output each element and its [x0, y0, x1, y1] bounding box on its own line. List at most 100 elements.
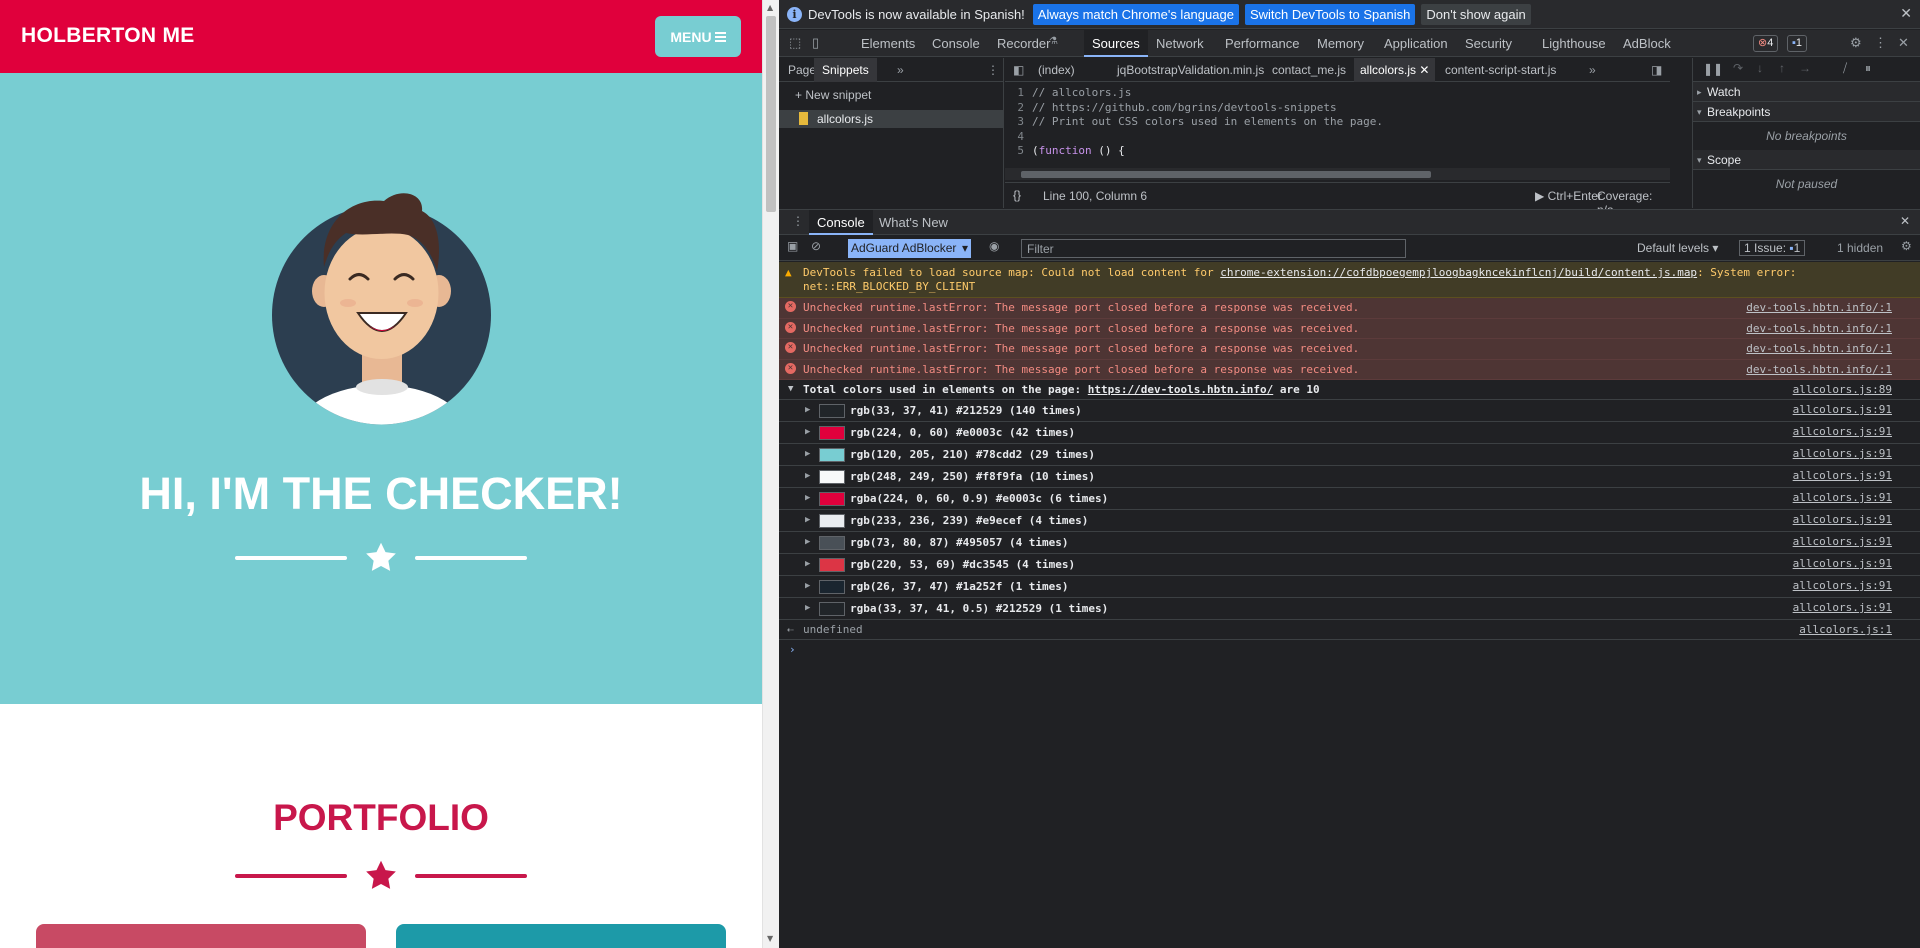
kebab-menu-icon[interactable]: ⋮ — [1874, 35, 1887, 51]
breakpoints-section[interactable]: Breakpoints — [1693, 102, 1920, 122]
error-count-badge[interactable]: ⊗4 — [1753, 35, 1779, 52]
expand-arrow-icon[interactable]: ▶ — [805, 427, 810, 437]
snippet-item[interactable]: allcolors.js — [779, 110, 1003, 128]
file-tab-jqbootstrap[interactable]: jqBootstrapValidation.min.js — [1117, 58, 1264, 82]
close-icon[interactable]: ✕ — [1900, 5, 1912, 22]
color-row[interactable]: ▶ rgb(233, 236, 239) #e9ecef (4 times) all… — [779, 510, 1920, 532]
switch-to-spanish-button[interactable]: Switch DevTools to Spanish — [1244, 3, 1416, 25]
page-url-link[interactable]: https://dev-tools.hbtn.info/ — [1088, 383, 1273, 396]
page-scrollbar-thumb[interactable] — [766, 16, 776, 212]
expand-arrow-icon[interactable]: ▶ — [805, 559, 810, 569]
expand-arrow-icon[interactable]: ▶ — [805, 537, 810, 547]
tab-network[interactable]: Network — [1156, 30, 1204, 57]
gear-icon[interactable]: ⚙ — [1850, 35, 1862, 51]
close-tab-icon[interactable]: ✕ — [1419, 63, 1429, 77]
context-selector[interactable]: AdGuard AdBlocker ▾ — [848, 239, 971, 258]
tab-memory[interactable]: Memory — [1317, 30, 1364, 57]
tab-application[interactable]: Application — [1384, 30, 1448, 57]
expand-arrow-icon[interactable]: ▶ — [805, 515, 810, 525]
menu-button[interactable]: MENU — [655, 16, 741, 57]
sidebar-toggle-icon[interactable]: ▣ — [787, 239, 798, 253]
expand-arrow-icon[interactable]: ▶ — [805, 603, 810, 613]
toggle-debugger-icon[interactable]: ◨ — [1651, 58, 1662, 82]
always-match-language-button[interactable]: Always match Chrome's language — [1032, 3, 1239, 25]
inspect-element-icon[interactable]: ⬚ — [789, 35, 801, 51]
tab-sources[interactable]: Sources — [1084, 30, 1148, 57]
more-tabs-icon[interactable]: » — [897, 58, 904, 82]
expand-arrow-icon[interactable]: ▶ — [805, 471, 810, 481]
dont-show-again-button[interactable]: Don't show again — [1421, 3, 1531, 25]
tab-console[interactable]: Console — [932, 30, 980, 57]
source-link[interactable]: allcolors.js:91 — [1793, 425, 1892, 438]
file-tab-contact-me[interactable]: contact_me.js — [1272, 58, 1346, 82]
site-brand[interactable]: HOLBERTON ME — [21, 24, 195, 48]
expand-arrow-icon[interactable]: ▶ — [805, 581, 810, 591]
expand-arrow-icon[interactable]: ▶ — [805, 449, 810, 459]
source-link[interactable]: allcolors.js:91 — [1793, 557, 1892, 570]
color-row[interactable]: ▶ rgba(224, 0, 60, 0.9) #e0003c (6 times)… — [779, 488, 1920, 510]
color-row[interactable]: ▶ rgb(26, 37, 47) #1a252f (1 times) allcol… — [779, 576, 1920, 598]
scroll-up-icon[interactable]: ▲ — [767, 3, 773, 12]
kebab-menu-icon[interactable]: ⋮ — [792, 214, 804, 228]
message-count-badge[interactable]: ▪1 — [1787, 35, 1808, 52]
pause-icon[interactable]: ❚❚ — [1703, 62, 1723, 76]
eye-icon[interactable]: ◉ — [989, 239, 999, 253]
expand-arrow-icon[interactable]: ▼ — [788, 384, 793, 394]
tab-recorder[interactable]: Recorder — [997, 30, 1050, 57]
step-out-icon[interactable]: ↑ — [1779, 61, 1785, 75]
step-over-icon[interactable]: ↷ — [1733, 61, 1743, 75]
editor-horizontal-scrollbar[interactable] — [1005, 168, 1670, 180]
tab-security[interactable]: Security — [1465, 30, 1512, 57]
close-icon[interactable]: ✕ — [1898, 35, 1909, 51]
portfolio-item-1[interactable] — [36, 924, 366, 948]
source-link[interactable]: allcolors.js:91 — [1793, 447, 1892, 460]
tab-elements[interactable]: Elements — [861, 30, 915, 57]
kebab-menu-icon[interactable]: ⋮ — [987, 58, 999, 82]
expand-arrow-icon[interactable]: ▶ — [805, 493, 810, 503]
source-link[interactable]: dev-tools.hbtn.info/:1 — [1746, 363, 1892, 376]
issues-button[interactable]: 1 Issue: ▪1 — [1739, 240, 1806, 256]
more-tabs-icon[interactable]: » — [1589, 58, 1596, 82]
step-icon[interactable]: → — [1799, 61, 1811, 75]
close-icon[interactable]: ✕ — [1900, 214, 1910, 228]
tab-lighthouse[interactable]: Lighthouse — [1542, 30, 1606, 57]
source-link[interactable]: dev-tools.hbtn.info/:1 — [1746, 322, 1892, 335]
watch-section[interactable]: Watch — [1693, 82, 1920, 102]
source-link[interactable]: allcolors.js:91 — [1793, 469, 1892, 482]
tab-page[interactable]: Page — [788, 58, 816, 82]
run-snippet-button[interactable]: ▶ Ctrl+Enter — [1535, 189, 1602, 203]
file-tab-allcolors[interactable]: allcolors.js ✕ — [1354, 58, 1436, 82]
toggle-navigator-icon[interactable]: ◧ — [1013, 58, 1024, 82]
source-link[interactable]: dev-tools.hbtn.info/:1 — [1746, 342, 1892, 355]
tab-adblock[interactable]: AdBlock — [1623, 30, 1671, 57]
log-levels-dropdown[interactable]: Default levels ▾ — [1637, 241, 1718, 255]
source-link[interactable]: allcolors.js:1 — [1799, 623, 1892, 636]
scrollbar-thumb[interactable] — [1021, 171, 1431, 178]
source-link[interactable]: allcolors.js:91 — [1793, 403, 1892, 416]
pretty-print-icon[interactable]: {} — [1013, 188, 1021, 202]
source-link[interactable]: allcolors.js:91 — [1793, 513, 1892, 526]
file-tab-index[interactable]: (index) — [1038, 58, 1075, 82]
source-map-link[interactable]: chrome-extension://cofdbpoegempjloogbagk… — [1220, 266, 1697, 279]
deactivate-breakpoints-icon[interactable]: ⧸ — [1843, 61, 1847, 76]
source-link[interactable]: allcolors.js:89 — [1793, 383, 1892, 396]
new-snippet-button[interactable]: + New snippet — [795, 88, 871, 102]
source-link[interactable]: allcolors.js:91 — [1793, 579, 1892, 592]
console-group-header[interactable]: ▼ Total colors used in elements on the p… — [779, 380, 1920, 400]
step-into-icon[interactable]: ↓ — [1757, 61, 1763, 75]
pause-on-exceptions-icon[interactable]: ⏸ — [1865, 61, 1871, 76]
source-link[interactable]: allcolors.js:91 — [1793, 535, 1892, 548]
color-row[interactable]: ▶ rgb(73, 80, 87) #495057 (4 times) allcol… — [779, 532, 1920, 554]
source-link[interactable]: allcolors.js:91 — [1793, 491, 1892, 504]
portfolio-item-2[interactable] — [396, 924, 726, 948]
color-row[interactable]: ▶ rgb(33, 37, 41) #212529 (140 times) allc… — [779, 400, 1920, 422]
device-toolbar-icon[interactable]: ▯ — [812, 35, 819, 51]
tab-performance[interactable]: Performance — [1225, 30, 1299, 57]
file-tab-content-script[interactable]: content-script-start.js — [1445, 58, 1556, 82]
code-area[interactable]: 1// allcolors.js 2// https://github.com/… — [1005, 86, 1670, 166]
console-filter-input[interactable] — [1021, 239, 1406, 258]
color-row[interactable]: ▶ rgb(120, 205, 210) #78cdd2 (29 times) al… — [779, 444, 1920, 466]
source-link[interactable]: dev-tools.hbtn.info/:1 — [1746, 301, 1892, 314]
console-prompt[interactable]: › — [779, 640, 1920, 662]
tab-snippets[interactable]: Snippets — [814, 58, 877, 82]
